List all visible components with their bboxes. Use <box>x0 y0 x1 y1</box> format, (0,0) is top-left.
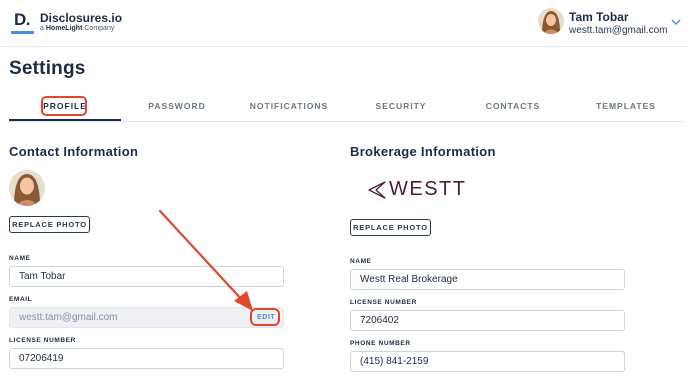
user-email: westt.tam@gmail.com <box>569 25 668 36</box>
active-tab-underline <box>9 119 121 121</box>
user-avatar[interactable] <box>538 8 564 34</box>
brokerage-phone-input[interactable]: (415) 841-2159 <box>350 351 625 372</box>
contact-photo <box>9 170 45 206</box>
contact-email-label: EMAIL <box>9 296 33 303</box>
contact-replace-photo-button[interactable]: REPLACE PHOTO <box>9 216 90 233</box>
top-header: D. Disclosures.io a HomeLight Company Ta… <box>0 0 688 47</box>
brokerage-logo-text: WESTT <box>389 178 467 200</box>
brokerage-name-input[interactable]: Westt Real Brokerage <box>350 269 625 290</box>
brokerage-name-label: NAME <box>350 258 372 265</box>
logo-mark: D. <box>14 10 31 29</box>
contact-name-label: NAME <box>9 255 31 262</box>
brokerage-phone-label: PHONE NUMBER <box>350 340 411 347</box>
profile-tab-annotation-box <box>41 96 87 116</box>
logo-subtitle: a HomeLight Company <box>40 25 115 32</box>
contact-license-input[interactable]: 07206419 <box>9 348 284 369</box>
contact-section-title: Contact Information <box>9 144 139 159</box>
tab-notifications[interactable]: NOTIFICATIONS <box>233 95 345 117</box>
brokerage-section-title: Brokerage Information <box>350 144 496 159</box>
tab-password[interactable]: PASSWORD <box>121 95 233 117</box>
settings-tabs: PROFILE PASSWORD NOTIFICATIONS SECURITY … <box>9 95 683 122</box>
page-title: Settings <box>9 58 86 79</box>
tab-contacts[interactable]: CONTACTS <box>457 95 569 117</box>
brokerage-license-input[interactable]: 7206402 <box>350 310 625 331</box>
user-name[interactable]: Tam Tobar <box>569 10 629 24</box>
chevron-down-icon[interactable] <box>671 17 681 27</box>
edit-annotation-box <box>250 308 280 326</box>
logo-name: Disclosures.io <box>40 11 123 25</box>
brokerage-license-label: LICENSE NUMBER <box>350 299 417 306</box>
contact-name-input[interactable]: Tam Tobar <box>9 266 284 287</box>
tab-templates[interactable]: TEMPLATES <box>569 95 683 117</box>
logo-underline <box>11 31 34 34</box>
brokerage-replace-photo-button[interactable]: REPLACE PHOTO <box>350 219 431 236</box>
contact-license-label: LICENSE NUMBER <box>9 337 76 344</box>
contact-email-input: westt.tam@gmail.com <box>9 307 284 328</box>
tab-security[interactable]: SECURITY <box>345 95 457 117</box>
